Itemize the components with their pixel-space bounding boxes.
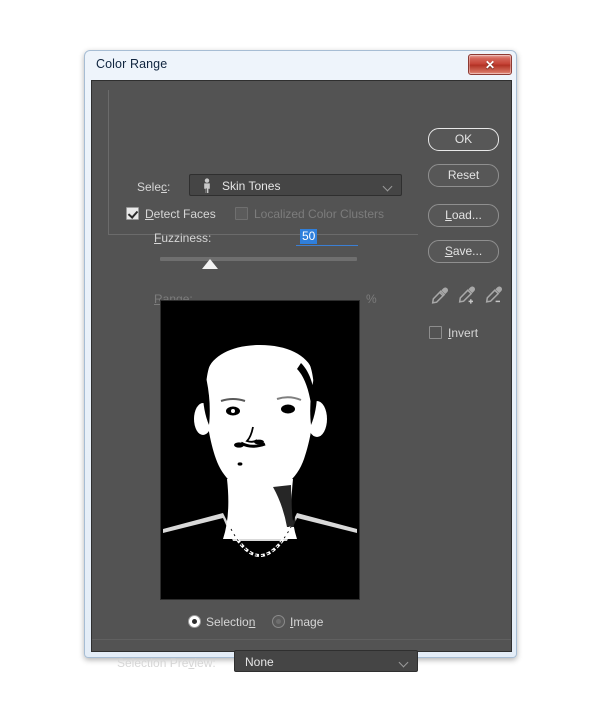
selection-preview-value: None xyxy=(245,655,274,669)
eyedropper-toolbar xyxy=(428,285,508,307)
selection-preview-label: Selection Preview: xyxy=(117,656,216,670)
radio-image-label[interactable]: Image xyxy=(290,615,323,629)
ok-button[interactable]: OK xyxy=(428,128,499,151)
color-range-dialog: Color Range ✕ Selec: Skin Tones Detect F… xyxy=(84,50,517,672)
person-icon xyxy=(204,178,210,193)
invert-label[interactable]: Invert xyxy=(448,326,478,340)
eyedropper-add-icon[interactable] xyxy=(455,285,477,307)
chevron-down-icon xyxy=(400,659,409,665)
save-button[interactable]: Save... xyxy=(428,240,499,263)
title-bar[interactable]: Color Range ✕ xyxy=(85,51,516,81)
fuzziness-slider-thumb[interactable] xyxy=(202,259,218,269)
eyedropper-sample-icon[interactable] xyxy=(428,285,450,307)
radio-selection-label[interactable]: Selection xyxy=(206,615,255,629)
dialog-body: Selec: Skin Tones Detect Faces Localized… xyxy=(91,80,512,672)
section-divider xyxy=(92,639,511,640)
load-button[interactable]: Load... xyxy=(428,204,499,227)
close-icon: ✕ xyxy=(484,58,496,72)
radio-image[interactable] xyxy=(272,615,285,628)
fuzziness-value: 50 xyxy=(300,229,318,244)
chevron-down-icon xyxy=(384,183,393,189)
eyedropper-subtract-icon[interactable] xyxy=(482,285,504,307)
window-title: Color Range xyxy=(96,57,168,71)
localized-color-clusters-label: Localized Color Clusters xyxy=(254,207,385,221)
close-button[interactable]: ✕ xyxy=(468,54,512,75)
fuzziness-slider-track[interactable] xyxy=(160,257,357,261)
select-label: Selec: xyxy=(137,180,171,194)
range-percent-label: % xyxy=(366,292,377,306)
select-dropdown[interactable]: Skin Tones xyxy=(189,174,402,196)
reset-button[interactable]: Reset xyxy=(428,164,499,187)
selection-mask-graphic xyxy=(161,301,359,599)
preview-image[interactable] xyxy=(160,300,360,600)
radio-selection[interactable] xyxy=(188,615,201,628)
select-value: Skin Tones xyxy=(222,179,281,193)
fuzziness-label: Fuzziness: xyxy=(154,231,212,245)
selection-preview-dropdown[interactable]: None xyxy=(234,650,418,672)
detect-faces-checkbox[interactable] xyxy=(126,207,139,220)
fuzziness-input[interactable]: 50 xyxy=(296,227,358,246)
invert-checkbox[interactable] xyxy=(429,326,442,339)
localized-color-clusters-checkbox xyxy=(235,207,248,220)
detect-faces-label[interactable]: Detect Faces xyxy=(145,207,216,221)
